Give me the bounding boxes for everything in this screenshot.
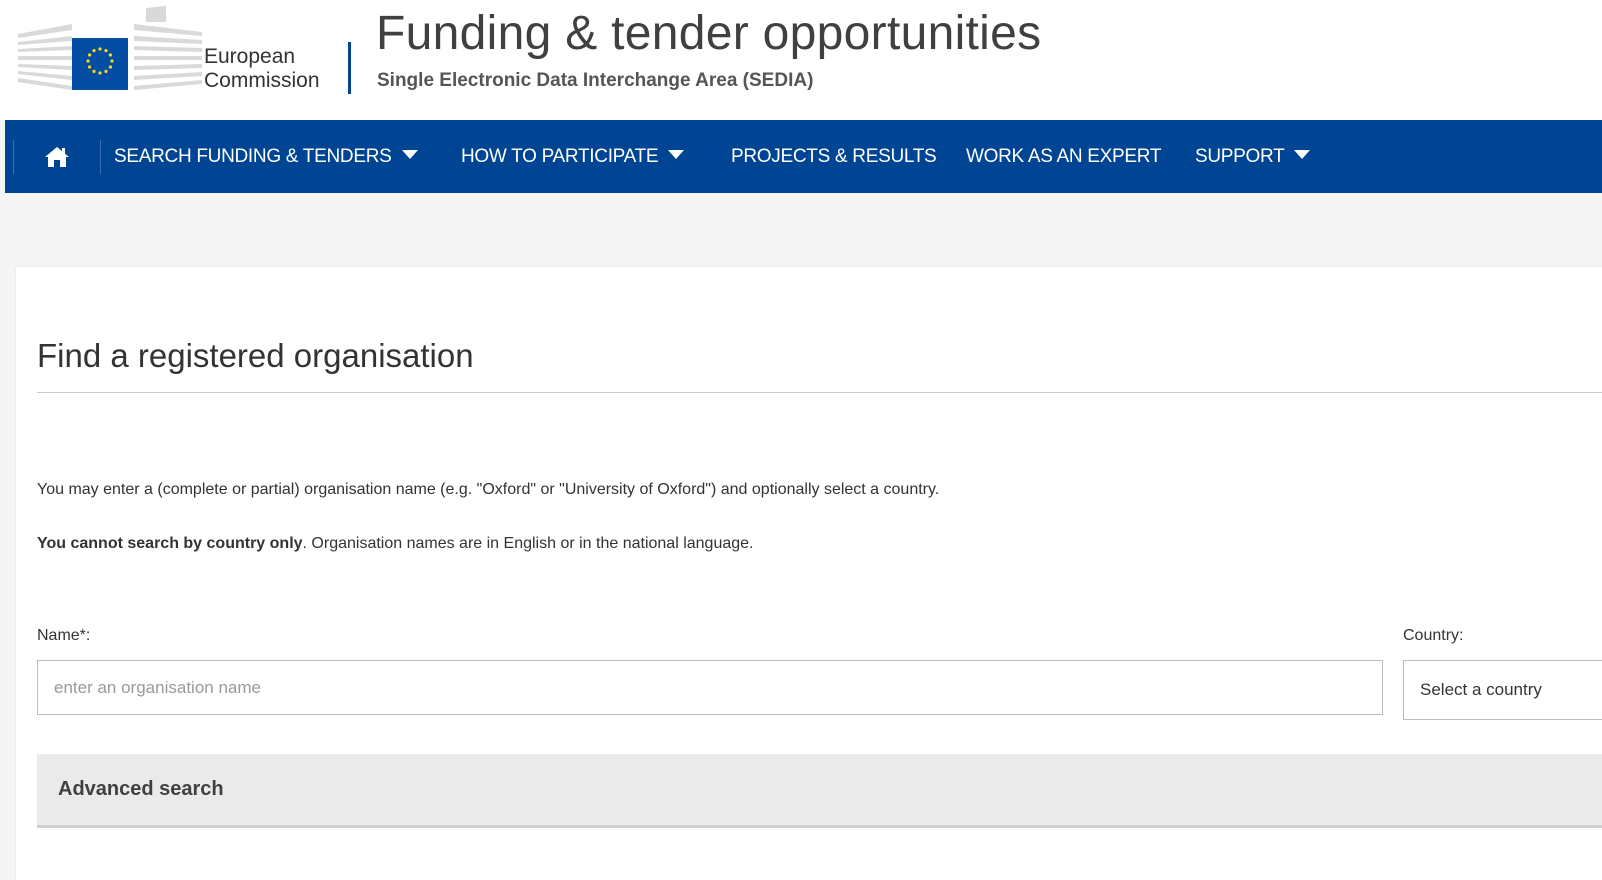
search-note-rest: . Organisation names are in English or i…: [302, 535, 754, 552]
logo-line-1: European: [204, 45, 296, 68]
site-header: European Commission Funding & tender opp…: [0, 0, 1602, 120]
intro-text: You may enter a (complete or partial) or…: [37, 481, 940, 498]
nav-item-label: HOW TO PARTICIPATE: [461, 146, 659, 167]
caret-down-icon: [401, 150, 418, 160]
country-select[interactable]: Select a country: [1403, 660, 1602, 720]
site-subtitle: Single Electronic Data Interchange Area …: [377, 70, 814, 91]
search-note: You cannot search by country only. Organ…: [37, 535, 753, 553]
home-icon: [45, 147, 69, 167]
site-title[interactable]: Funding & tender opportunities: [376, 6, 1041, 61]
caret-down-icon: [668, 150, 685, 160]
nav-projects-results[interactable]: PROJECTS & RESULTS: [731, 120, 937, 193]
nav-support[interactable]: SUPPORT: [1195, 120, 1311, 193]
search-card: Find a registered organisation You may e…: [16, 267, 1602, 880]
nav-item-label: SEARCH FUNDING & TENDERS: [114, 146, 392, 167]
search-note-bold: You cannot search by country only: [37, 535, 303, 552]
advanced-search-label: Advanced search: [58, 778, 224, 800]
nav-item-label: SUPPORT: [1195, 146, 1285, 167]
country-label: Country:: [1403, 627, 1464, 644]
organisation-name-input[interactable]: [37, 660, 1383, 715]
main-navigation: SEARCH FUNDING & TENDERS HOW TO PARTICIP…: [5, 120, 1602, 193]
advanced-search-toggle[interactable]: Advanced search: [37, 754, 1602, 828]
nav-item-label: PROJECTS & RESULTS: [731, 146, 937, 167]
nav-work-as-expert[interactable]: WORK AS AN EXPERT: [966, 120, 1161, 193]
logo-text: European Commission: [204, 45, 320, 93]
nav-how-to-participate[interactable]: HOW TO PARTICIPATE: [461, 120, 685, 193]
nav-search-funding-tenders[interactable]: SEARCH FUNDING & TENDERS: [114, 120, 418, 193]
nav-home-button[interactable]: [13, 140, 101, 174]
caret-down-icon: [1294, 150, 1311, 160]
nav-item-label: WORK AS AN EXPERT: [966, 146, 1162, 167]
name-label: Name*:: [37, 627, 91, 644]
logo-line-2: Commission: [204, 69, 320, 92]
logo-divider: [348, 42, 351, 94]
page-title: Find a registered organisation: [37, 337, 474, 374]
title-divider: [37, 392, 1602, 393]
